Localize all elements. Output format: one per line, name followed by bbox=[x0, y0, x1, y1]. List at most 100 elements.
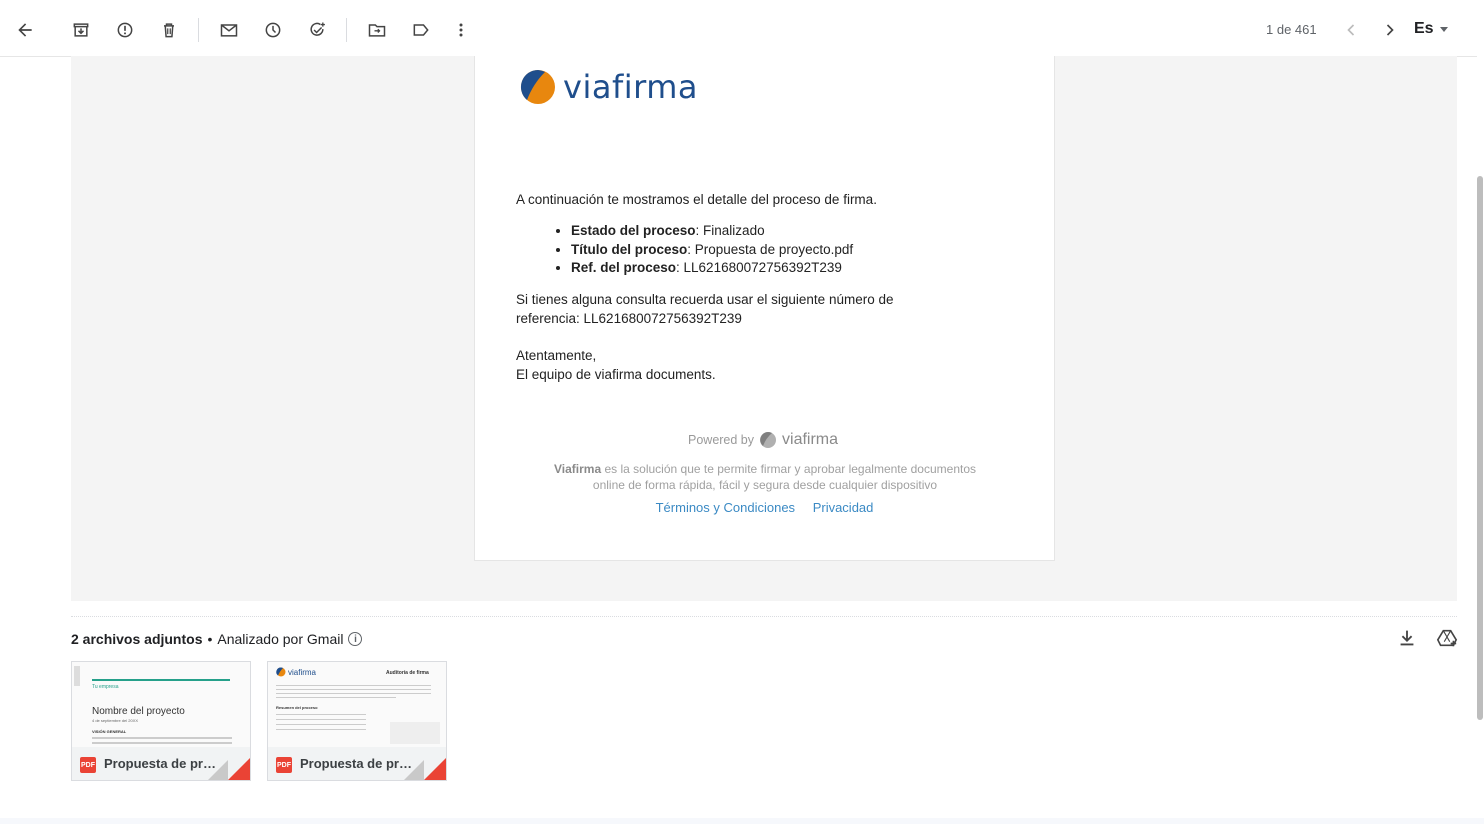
page-fold-icon bbox=[404, 760, 424, 780]
back-button[interactable] bbox=[9, 14, 41, 46]
pdf-file-icon: PDF bbox=[80, 757, 96, 773]
intro-text: A continuación te mostramos el detalle d… bbox=[516, 192, 877, 207]
archive-icon bbox=[73, 23, 89, 37]
language-label: Es bbox=[1414, 20, 1434, 37]
list-item: Título del proceso: Propuesta de proyect… bbox=[571, 241, 853, 260]
thumb-text-line bbox=[92, 742, 232, 744]
list-item: Estado del proceso: Finalizado bbox=[571, 222, 853, 241]
signoff: Atentamente, El equipo de viafirma docum… bbox=[516, 346, 716, 384]
thumb-company: Tu empresa bbox=[92, 684, 119, 690]
scrollbar-thumb[interactable] bbox=[1477, 176, 1483, 720]
newer-button[interactable] bbox=[1335, 14, 1367, 46]
download-icon bbox=[1400, 630, 1414, 646]
attachments-divider bbox=[71, 616, 1457, 618]
thumb-logo: viafirma bbox=[276, 667, 316, 677]
footer-description: Viafirma es la solución que te permite f… bbox=[535, 461, 995, 493]
chevron-left-icon bbox=[1347, 24, 1355, 36]
clock-icon bbox=[265, 22, 281, 38]
viafirma-logo: viafirma bbox=[519, 68, 698, 106]
trash-icon bbox=[164, 23, 174, 38]
detail-label: Estado del proceso bbox=[571, 223, 696, 238]
pdf-file-icon: PDF bbox=[276, 757, 292, 773]
thumb-text-line bbox=[92, 737, 232, 739]
attachment-label-bar: PDF Propuesta de proyecto.pdf bbox=[72, 747, 250, 780]
thumb-section: Resumen del proceso bbox=[276, 705, 318, 710]
footer-links: Términos y Condiciones Privacidad bbox=[475, 500, 1054, 515]
footer-line-1: Viafirma es la solución que te permite f… bbox=[535, 461, 995, 477]
thumb-rule bbox=[92, 679, 230, 681]
more-options-button[interactable] bbox=[445, 14, 477, 46]
attachment-label-bar: PDF Propuesta de proyecto.pdf bbox=[268, 747, 446, 780]
email-content-card: viafirma A continuación te mostramos el … bbox=[474, 56, 1055, 561]
thumb-title: Nombre del proyecto bbox=[92, 706, 185, 717]
reference-note: Si tienes alguna consulta recuerda usar … bbox=[516, 290, 894, 328]
save-all-to-drive-button[interactable] bbox=[1436, 627, 1458, 649]
detail-value: : Finalizado bbox=[695, 223, 765, 238]
detail-value: : Propuesta de proyecto.pdf bbox=[687, 241, 854, 257]
toolbar-divider bbox=[346, 18, 347, 42]
signoff-line-2: El equipo de viafirma documents. bbox=[516, 367, 716, 382]
privacy-link[interactable]: Privacidad bbox=[813, 500, 874, 515]
detail-value: : LL621680072756392T239 bbox=[676, 260, 842, 275]
attachment-card[interactable]: Tu empresa Nombre del proyecto 4 de sept… bbox=[71, 661, 251, 781]
add-to-tasks-button[interactable] bbox=[301, 14, 333, 46]
thumb-text-line bbox=[276, 693, 431, 694]
label-icon bbox=[413, 24, 429, 36]
list-item: Ref. del proceso: LL621680072756392T239 bbox=[571, 259, 853, 278]
labels-button[interactable] bbox=[405, 14, 437, 46]
archive-button[interactable] bbox=[65, 14, 97, 46]
detail-label: Título del proceso bbox=[571, 241, 688, 257]
message-counter: 1 de 461 bbox=[1266, 22, 1317, 37]
thumb-date: 4 de septiembre del 20XX bbox=[92, 718, 139, 723]
viafirma-logo-mark-icon bbox=[520, 69, 555, 104]
viafirma-thumb-logo-icon bbox=[276, 667, 286, 677]
attachments-header: 2 archivos adjuntos • Analizado por Gmail… bbox=[71, 631, 363, 647]
signoff-line-1: Atentamente, bbox=[516, 348, 597, 363]
thumb-section: VISIÓN GENERAL bbox=[92, 729, 127, 734]
older-button[interactable] bbox=[1374, 14, 1406, 46]
report-spam-icon bbox=[117, 22, 133, 38]
add-task-icon bbox=[310, 22, 325, 36]
viafirma-small-logo-icon bbox=[760, 431, 777, 448]
separator-dot: • bbox=[207, 631, 213, 647]
thumb-sidebar bbox=[74, 666, 80, 686]
process-details-list: Estado del proceso: Finalizado Título de… bbox=[531, 222, 853, 278]
arrow-left-icon bbox=[18, 23, 32, 37]
drive-add-icon bbox=[1436, 629, 1458, 647]
report-spam-button[interactable] bbox=[109, 14, 141, 46]
footer-brand: Viafirma bbox=[554, 462, 602, 476]
delete-button[interactable] bbox=[153, 14, 185, 46]
message-toolbar: 1 de 461 Es bbox=[0, 0, 1484, 57]
attachment-name: Propuesta de proyecto.pdf bbox=[104, 756, 219, 771]
footer-line-2: online de forma rápida, fácil y segura d… bbox=[592, 478, 938, 492]
thumb-side-box bbox=[390, 722, 440, 744]
footer-line-1-text: es la solución que te permite firmar y a… bbox=[601, 462, 976, 476]
attachment-thumbnail: viafirma Auditoría de firma Resumen del … bbox=[268, 662, 446, 747]
more-vert-icon bbox=[459, 23, 463, 37]
attachment-thumbnail: Tu empresa Nombre del proyecto 4 de sept… bbox=[72, 662, 250, 747]
reference-line-1: Si tienes alguna consulta recuerda usar … bbox=[516, 292, 894, 307]
thumb-text-line bbox=[276, 724, 366, 725]
attachment-name: Propuesta de proyecto.pdf bbox=[300, 756, 415, 771]
chevron-right-icon bbox=[1386, 24, 1394, 36]
mark-unread-button[interactable] bbox=[213, 14, 245, 46]
snooze-button[interactable] bbox=[257, 14, 289, 46]
input-language-selector[interactable]: Es bbox=[1414, 20, 1448, 38]
powered-by-label: Powered by bbox=[688, 433, 755, 447]
thumb-text-line bbox=[276, 689, 431, 690]
terms-link[interactable]: Términos y Condiciones bbox=[656, 500, 795, 515]
toolbar-divider bbox=[198, 18, 199, 42]
thumb-logo-text: viafirma bbox=[288, 667, 317, 677]
gmail-message-view: 1 de 461 Es viafirma A continuación te m… bbox=[0, 0, 1484, 824]
info-icon[interactable]: i bbox=[348, 632, 363, 646]
mail-icon bbox=[220, 24, 238, 37]
logo-wordmark: viafirma bbox=[563, 68, 698, 106]
detail-label: Ref. del proceso bbox=[571, 260, 677, 275]
thumb-text-line bbox=[276, 729, 366, 730]
move-to-button[interactable] bbox=[361, 14, 393, 46]
attachment-card[interactable]: viafirma Auditoría de firma Resumen del … bbox=[267, 661, 447, 781]
pdf-corner-icon bbox=[424, 758, 446, 780]
attachment-count: 2 archivos adjuntos bbox=[71, 631, 203, 647]
bottom-edge bbox=[0, 818, 1484, 824]
download-all-button[interactable] bbox=[1396, 627, 1418, 649]
